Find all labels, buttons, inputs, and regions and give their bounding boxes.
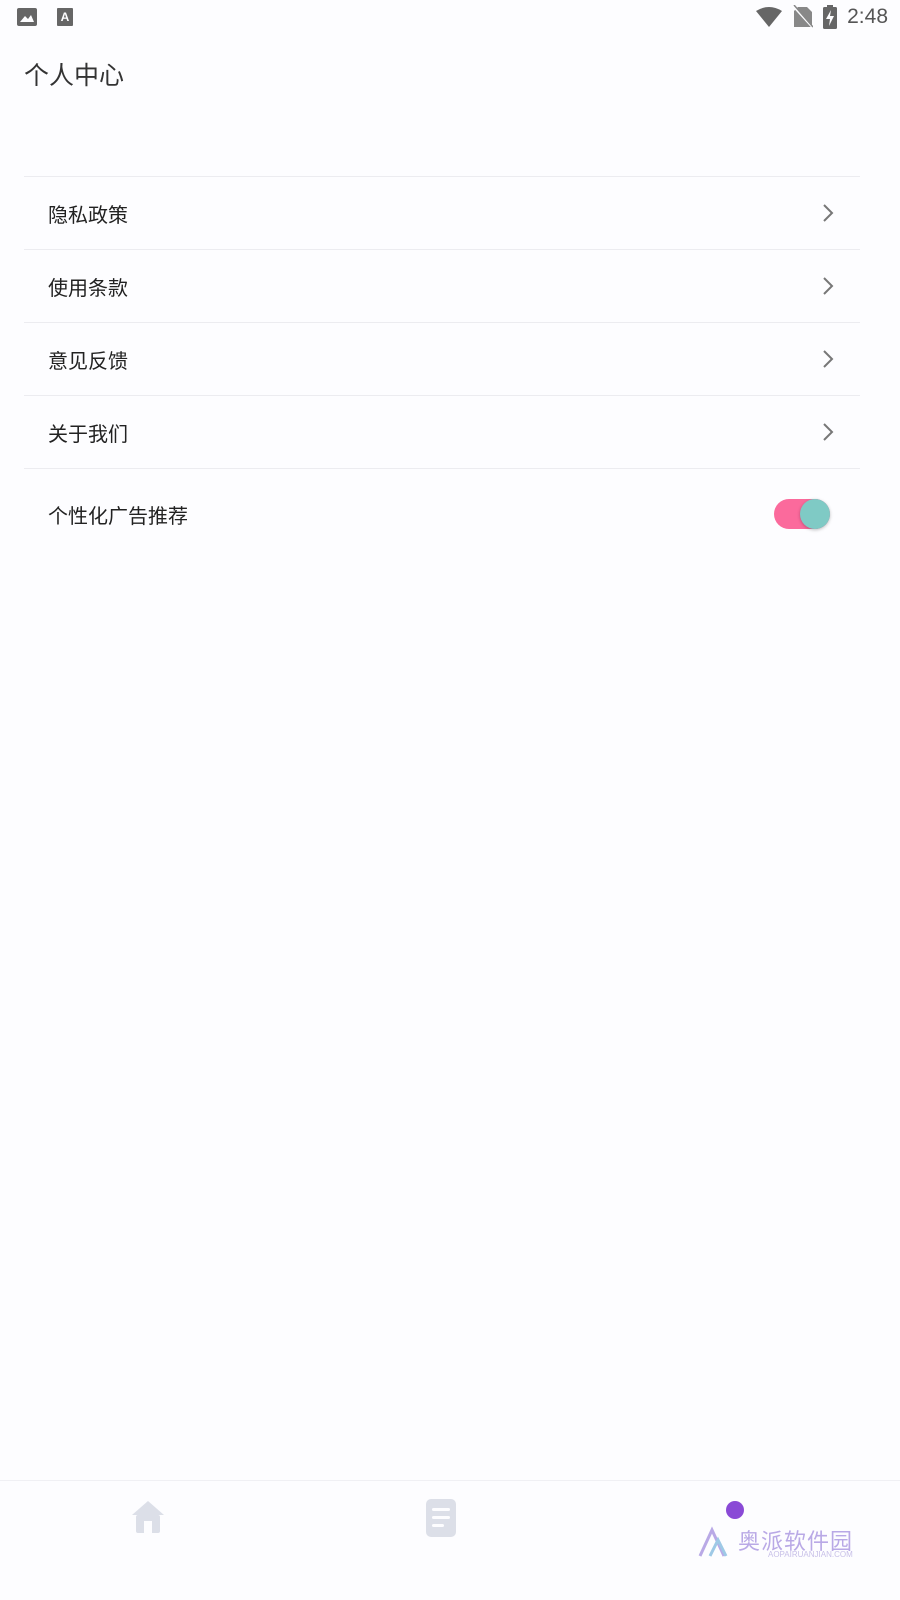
chevron-right-icon xyxy=(823,350,834,368)
watermark: 奥派软件园 AOPAIRUANJIAN.COM xyxy=(698,1524,888,1564)
profile-dot-icon xyxy=(726,1501,744,1519)
menu-item-terms-of-use[interactable]: 使用条款 xyxy=(24,250,860,323)
chevron-right-icon xyxy=(823,277,834,295)
menu-item-label: 使用条款 xyxy=(48,275,128,300)
menu-item-label: 关于我们 xyxy=(48,421,128,446)
no-sim-icon xyxy=(793,5,814,29)
list-icon xyxy=(426,1499,456,1537)
font-a-icon: A xyxy=(57,8,73,26)
status-left-icons: A xyxy=(16,7,74,27)
wifi-icon xyxy=(756,7,783,27)
menu-item-label: 意见反馈 xyxy=(48,348,128,373)
toggle-knob xyxy=(800,499,830,529)
status-bar: A 2:48 xyxy=(0,0,900,36)
personalized-ads-row: 个性化广告推荐 xyxy=(24,469,860,559)
menu-item-label: 隐私政策 xyxy=(48,202,128,227)
watermark-subtext: AOPAIRUANJIAN.COM xyxy=(768,1550,853,1559)
svg-text:A: A xyxy=(61,10,70,24)
personalized-ads-toggle[interactable] xyxy=(774,499,830,529)
nav-tab-list[interactable] xyxy=(300,1481,600,1600)
menu-item-privacy-policy[interactable]: 隐私政策 xyxy=(24,177,860,250)
image-icon xyxy=(17,8,37,26)
page-title: 个人中心 xyxy=(24,61,125,90)
nav-tab-home[interactable] xyxy=(0,1481,300,1600)
home-icon xyxy=(132,1501,164,1533)
battery-charging-icon xyxy=(823,5,838,29)
chevron-right-icon xyxy=(823,204,834,222)
menu-item-feedback[interactable]: 意见反馈 xyxy=(24,323,860,396)
watermark-logo-icon xyxy=(698,1526,728,1557)
settings-menu: 隐私政策 使用条款 意见反馈 关于我们 个性化广告推荐 xyxy=(24,176,860,559)
chevron-right-icon xyxy=(823,423,834,441)
status-right: 2:48 xyxy=(755,5,888,29)
screen: A 2:48 个人中心 隐私政策 使用条款 意见反馈 关于我们 个性化广告推荐 … xyxy=(0,0,900,1600)
menu-item-about-us[interactable]: 关于我们 xyxy=(24,396,860,469)
personalized-ads-label: 个性化广告推荐 xyxy=(48,503,188,528)
status-time: 2:48 xyxy=(847,5,888,28)
